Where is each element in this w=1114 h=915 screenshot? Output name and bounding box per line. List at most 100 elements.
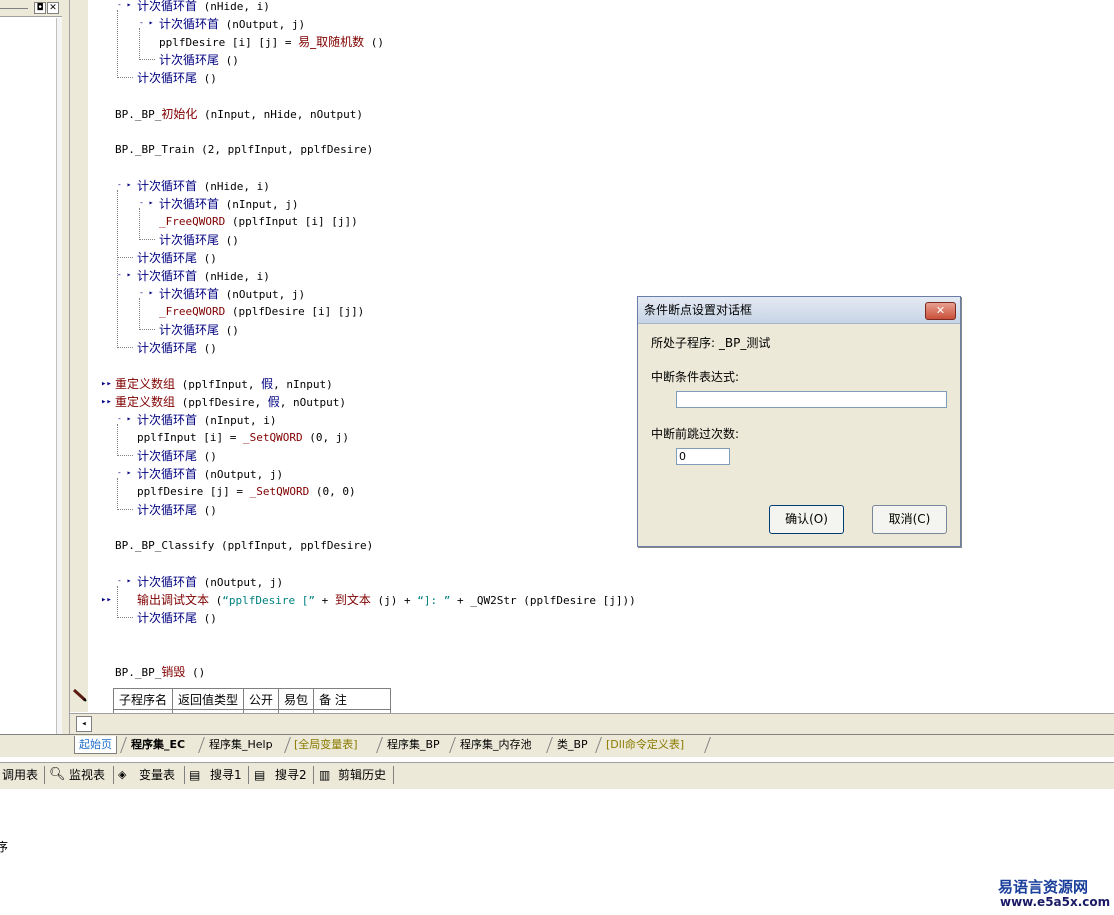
- tab-dll-commands[interactable]: [Dll命令定义表]: [602, 736, 688, 753]
- toolbar-search2[interactable]: 搜寻2: [275, 767, 307, 783]
- code-function: 销毁: [161, 665, 186, 679]
- conditional-breakpoint-dialog: 条件断点设置对话框 ✕ 所处子程序: _BP_测试 中断条件表达式: 中断前跳过…: [637, 296, 961, 547]
- code-line[interactable]: 计次循环首 (nOutput, j): [159, 287, 305, 302]
- code-args: (): [225, 54, 239, 67]
- site-watermark-url: www.e5a5x.com: [1000, 895, 1111, 909]
- flow-marker-icon: ▸▸: [101, 379, 112, 389]
- panel-splitter[interactable]: [62, 0, 70, 735]
- toolbar-call-table[interactable]: 调用表: [2, 767, 38, 783]
- code-line[interactable]: 计次循环首 (nOutput, j): [137, 467, 283, 482]
- code-args: (): [203, 72, 217, 85]
- loop-start-arrow-icon: - ▸: [117, 180, 132, 189]
- dialog-titlebar[interactable]: 条件断点设置对话框: [638, 297, 960, 324]
- code-line[interactable]: 计次循环尾 (): [159, 53, 239, 68]
- restore-icon[interactable]: ◘: [34, 2, 46, 14]
- code-line[interactable]: BP._BP_销毁 (): [115, 665, 205, 680]
- code-line[interactable]: 计次循环尾 (): [137, 449, 217, 464]
- toolbar-variable-table[interactable]: 变量表: [139, 767, 175, 783]
- code-args: (: [209, 594, 223, 607]
- code-line[interactable]: 重定义数组 (pplfDesire, 假, nOutput): [115, 395, 346, 410]
- code-args: (): [225, 234, 239, 247]
- output-panel[interactable]: [0, 789, 1114, 915]
- code-command: 计次循环尾: [159, 233, 220, 247]
- table-header-name[interactable]: 子程序名: [112, 688, 174, 710]
- code-args: (): [203, 504, 217, 517]
- code-command: 重定义数组: [115, 395, 176, 409]
- toolbar-separator: [313, 766, 314, 784]
- skip-count-input[interactable]: 0: [676, 448, 730, 465]
- code-args: (pplfDesire [i] [j]): [225, 305, 365, 318]
- loop-start-arrow-icon: - ▸: [139, 288, 154, 297]
- close-icon[interactable]: ✕: [47, 2, 59, 14]
- code-function: 易_取随机数: [298, 35, 365, 49]
- code-command: 计次循环尾: [137, 341, 198, 355]
- code-text: pplfDesire [j] =: [137, 485, 250, 498]
- code-args: +: [314, 594, 335, 607]
- code-command: 计次循环尾: [159, 323, 220, 337]
- code-line[interactable]: BP._BP_Train (2, pplfInput, pplfDesire): [115, 143, 373, 157]
- code-command: 计次循环首: [159, 287, 220, 301]
- code-line[interactable]: 计次循环首 (nHide, i): [137, 269, 270, 284]
- code-line[interactable]: 计次循环首 (nInput, i): [137, 413, 277, 428]
- code-line[interactable]: 计次循环尾 (): [137, 611, 217, 626]
- table-header-return-type[interactable]: 返回值类型: [172, 688, 245, 710]
- table-header-public[interactable]: 公开: [243, 688, 280, 710]
- horizontal-scrollbar[interactable]: [70, 713, 1114, 734]
- tab-class-bp[interactable]: 类_BP: [553, 736, 592, 753]
- loop-guide: [117, 586, 118, 618]
- code-line[interactable]: 计次循环首 (nInput, j): [159, 197, 299, 212]
- code-line[interactable]: 计次循环尾 (): [159, 233, 239, 248]
- search-doc-icon: ▤: [254, 768, 266, 782]
- code-keyword: 假: [267, 395, 280, 409]
- code-args: (): [225, 324, 239, 337]
- tab-assembly-ec[interactable]: 程序集_EC: [127, 736, 189, 753]
- tab-assembly-mempool[interactable]: 程序集_内存池: [456, 736, 536, 753]
- code-args: (j) +: [370, 594, 418, 607]
- code-line[interactable]: 计次循环首 (nHide, i): [137, 0, 270, 14]
- code-line[interactable]: BP._BP_初始化 (nInput, nHide, nOutput): [115, 107, 363, 122]
- code-function: 初始化: [161, 107, 198, 121]
- table-header-remark[interactable]: 备 注: [313, 688, 392, 710]
- toolbar-clip-history[interactable]: 剪辑历史: [338, 767, 386, 783]
- toolbar-search1[interactable]: 搜寻1: [210, 767, 242, 783]
- table-header-epkg[interactable]: 易包: [278, 688, 315, 710]
- code-keyword: 假: [261, 377, 274, 391]
- dialog-close-button[interactable]: ✕: [925, 302, 956, 320]
- code-line[interactable]: 计次循环尾 (): [137, 251, 217, 266]
- code-line[interactable]: 计次循环尾 (): [137, 341, 217, 356]
- confirm-button[interactable]: 确认(O): [769, 505, 844, 534]
- code-line[interactable]: 计次循环尾 (): [137, 503, 217, 518]
- toolbar-watch-table[interactable]: 监视表: [69, 767, 105, 783]
- code-line[interactable]: pplfDesire [j] = _SetQWORD (0, 0): [137, 485, 356, 499]
- code-line[interactable]: 计次循环首 (nHide, i): [137, 179, 270, 194]
- code-line[interactable]: 计次循环尾 (): [137, 71, 217, 86]
- code-line[interactable]: 计次循环首 (nOutput, j): [159, 17, 305, 32]
- code-line[interactable]: 输出调试文本 (“pplfDesire [” + 到文本 (j) + “]: ”…: [137, 593, 636, 608]
- code-args: (): [364, 36, 384, 49]
- code-line[interactable]: 计次循环尾 (): [159, 323, 239, 338]
- tab-assembly-help[interactable]: 程序集_Help: [205, 736, 277, 753]
- code-string: “pplfDesire [”: [222, 594, 315, 607]
- cancel-button[interactable]: 取消(C): [872, 505, 947, 534]
- tab-assembly-bp[interactable]: 程序集_BP: [383, 736, 444, 753]
- tab-global-vars[interactable]: [全局变量表]: [290, 736, 362, 753]
- code-line[interactable]: pplfDesire [i] [j] = 易_取随机数 (): [159, 35, 384, 50]
- code-line[interactable]: 重定义数组 (pplfInput, 假, nInput): [115, 377, 333, 392]
- search-doc-icon: ▤: [189, 768, 201, 782]
- condition-expression-input[interactable]: [676, 391, 947, 408]
- loop-guide: [139, 28, 140, 60]
- code-line[interactable]: _FreeQWORD (pplfDesire [i] [j]): [159, 305, 364, 319]
- code-line[interactable]: 计次循环首 (nOutput, j): [137, 575, 283, 590]
- code-function: 到文本: [334, 593, 371, 607]
- code-line[interactable]: _FreeQWORD (pplfInput [i] [j]): [159, 215, 358, 229]
- loop-start-arrow-icon: - ▸: [139, 18, 154, 27]
- loop-guide-end: [117, 347, 133, 348]
- scroll-left-arrow-icon[interactable]: ◂: [76, 716, 92, 732]
- code-function: _FreeQWORD: [159, 215, 226, 228]
- loop-guide: [139, 208, 140, 240]
- code-line[interactable]: pplfInput [i] = _SetQWORD (0, j): [137, 431, 349, 445]
- code-line[interactable]: BP._BP_Classify (pplfInput, pplfDesire): [115, 539, 373, 553]
- tab-start-page[interactable]: 起始页: [74, 736, 117, 754]
- left-header-line: [0, 8, 28, 9]
- code-command: 计次循环尾: [159, 53, 220, 67]
